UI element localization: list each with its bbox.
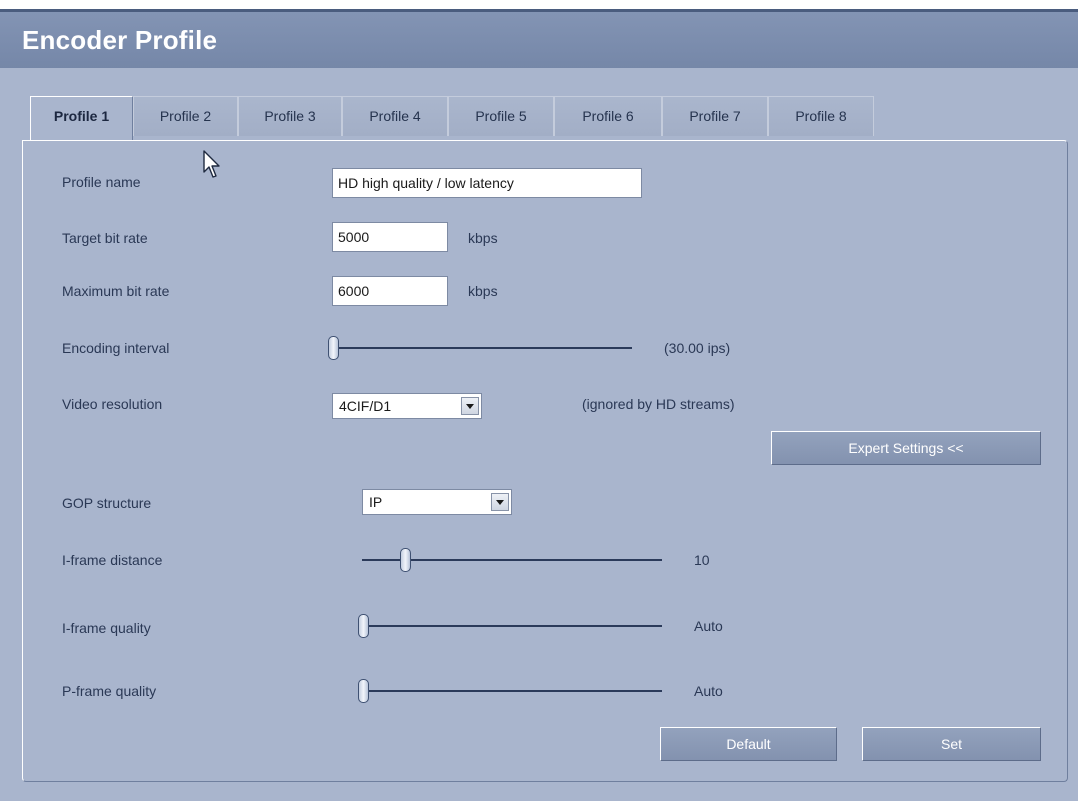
iframe-quality-readout: Auto (694, 618, 723, 634)
slider-thumb[interactable] (358, 679, 369, 703)
page-title: Encoder Profile (0, 12, 1078, 68)
dropdown-arrow-icon[interactable] (461, 397, 479, 415)
slider-thumb[interactable] (328, 336, 339, 360)
slider-track (358, 690, 662, 692)
video-resolution-value: 4CIF/D1 (339, 398, 392, 414)
pframe-quality-label: P-frame quality (62, 683, 157, 699)
expert-settings-button[interactable]: Expert Settings << (771, 431, 1041, 465)
maximum-bit-rate-label: Maximum bit rate (62, 283, 170, 299)
pframe-quality-readout: Auto (694, 683, 723, 699)
iframe-quality-slider[interactable] (358, 614, 662, 638)
gop-structure-label: GOP structure (62, 495, 152, 511)
tab-profile-6[interactable]: Profile 6 (554, 96, 662, 136)
tab-profile-5[interactable]: Profile 5 (448, 96, 554, 136)
video-resolution-select[interactable]: 4CIF/D1 (332, 393, 482, 419)
video-resolution-label: Video resolution (62, 396, 163, 412)
tab-profile-4[interactable]: Profile 4 (342, 96, 448, 136)
iframe-distance-label: I-frame distance (62, 552, 163, 568)
gop-structure-select[interactable]: IP (362, 489, 512, 515)
set-button[interactable]: Set (862, 727, 1041, 761)
dropdown-arrow-icon[interactable] (491, 493, 509, 511)
iframe-distance-readout: 10 (694, 552, 710, 568)
top-border (0, 0, 1078, 12)
iframe-distance-slider[interactable] (362, 548, 662, 572)
mouse-pointer-icon (203, 150, 220, 178)
maximum-bit-rate-input[interactable]: 6000 (332, 276, 448, 306)
tab-profile-7[interactable]: Profile 7 (662, 96, 768, 136)
video-resolution-note: (ignored by HD streams) (582, 396, 735, 412)
gop-structure-value: IP (369, 494, 383, 510)
tab-profile-1[interactable]: Profile 1 (30, 96, 133, 142)
target-bit-rate-label: Target bit rate (62, 230, 148, 246)
slider-track (328, 347, 632, 349)
slider-thumb[interactable] (358, 614, 369, 638)
profile-name-input[interactable]: HD high quality / low latency (332, 168, 642, 198)
encoding-interval-slider[interactable] (328, 336, 632, 360)
maximum-bit-rate-unit: kbps (468, 283, 498, 299)
tab-profile-3[interactable]: Profile 3 (238, 96, 342, 136)
encoding-interval-readout: (30.00 ips) (664, 340, 731, 356)
encoding-interval-label: Encoding interval (62, 340, 170, 356)
default-button[interactable]: Default (660, 727, 837, 761)
target-bit-rate-unit: kbps (468, 230, 498, 246)
profile-name-label: Profile name (62, 174, 141, 190)
tab-profile-2[interactable]: Profile 2 (133, 96, 238, 136)
iframe-quality-label: I-frame quality (62, 620, 151, 636)
target-bit-rate-input[interactable]: 5000 (332, 222, 448, 252)
slider-thumb[interactable] (400, 548, 411, 572)
slider-track (358, 625, 662, 627)
tab-profile-8[interactable]: Profile 8 (768, 96, 874, 136)
pframe-quality-slider[interactable] (358, 679, 662, 703)
